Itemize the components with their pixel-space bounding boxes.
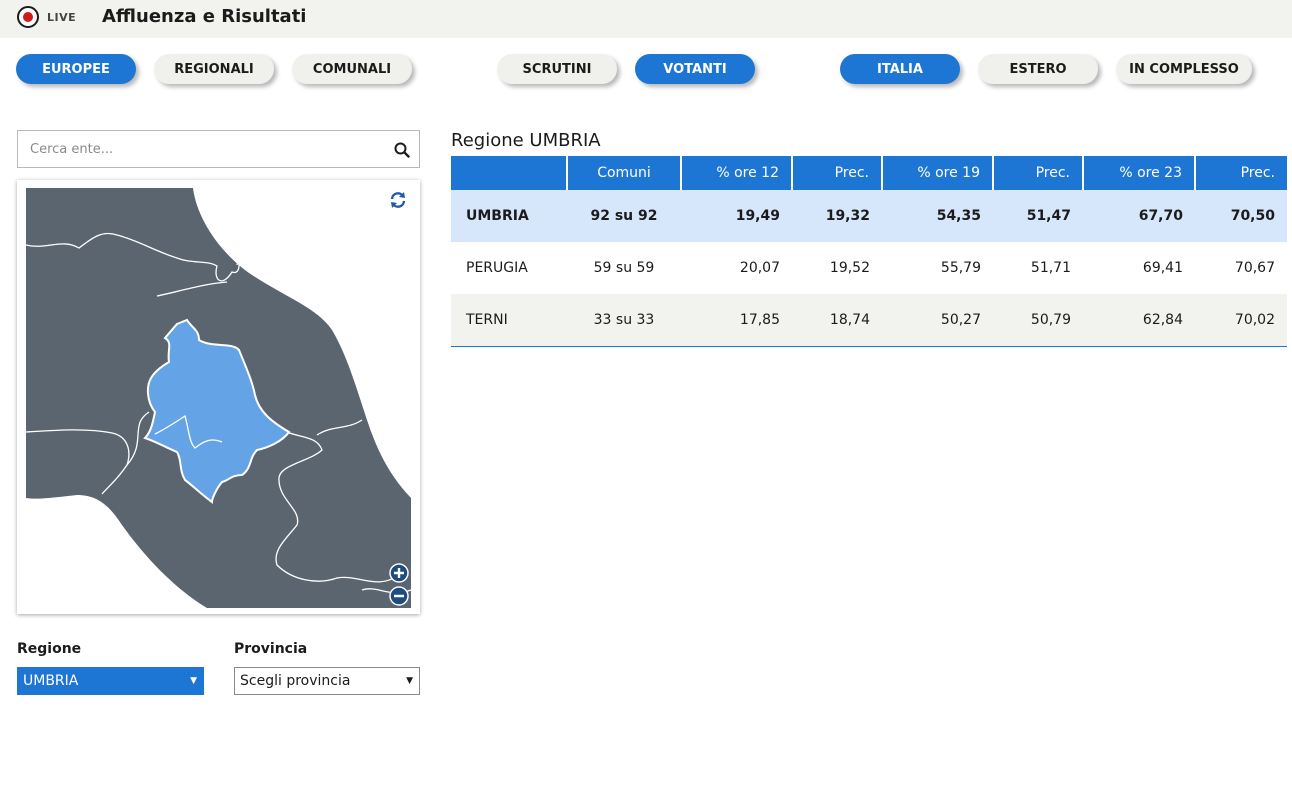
provincia-select[interactable]: Scegli provincia ▼ [234, 667, 420, 695]
tab-votanti[interactable]: VOTANTI [635, 54, 755, 84]
zoom-out-icon[interactable] [389, 586, 409, 606]
cell-ore23: 69,41 [1083, 242, 1195, 294]
tab-europee[interactable]: EUROPEE [16, 54, 136, 84]
cell-comuni: 33 su 33 [567, 294, 681, 347]
chevron-down-icon: ▼ [406, 676, 413, 686]
cell-prec-12: 19,52 [792, 242, 882, 294]
cell-prec-12: 18,74 [792, 294, 882, 347]
cell-ore23: 62,84 [1083, 294, 1195, 347]
map-refresh-icon[interactable] [388, 190, 408, 210]
cell-ore12: 19,49 [681, 190, 792, 242]
cell-ore19: 54,35 [882, 190, 993, 242]
cell-prec-19: 50,79 [993, 294, 1083, 347]
cell-ore19: 55,79 [882, 242, 993, 294]
tab-scrutini[interactable]: SCRUTINI [497, 54, 617, 84]
table-row[interactable]: PERUGIA 59 su 59 20,07 19,52 55,79 51,71… [451, 242, 1287, 294]
search-box [17, 130, 420, 168]
provincia-select-value: Scegli provincia [240, 673, 351, 689]
header-prec-19: Prec. [993, 156, 1084, 190]
cell-comuni: 92 su 92 [567, 190, 681, 242]
cell-prec-12: 19,32 [792, 190, 882, 242]
zoom-in-icon[interactable] [389, 563, 409, 583]
tab-regionali[interactable]: REGIONALI [154, 54, 274, 84]
header-comuni: Comuni [567, 156, 682, 190]
table-row[interactable]: UMBRIA 92 su 92 19,49 19,32 54,35 51,47 … [451, 190, 1287, 242]
header-ore12: % ore 12 [681, 156, 793, 190]
tab-estero[interactable]: ESTERO [978, 54, 1098, 84]
header-ore23: % ore 23 [1083, 156, 1196, 190]
region-map[interactable] [17, 180, 420, 614]
header-prec-23: Prec. [1195, 156, 1287, 190]
top-bar: LIVE Affluenza e Risultati [0, 0, 1292, 38]
cell-name: TERNI [451, 294, 567, 347]
tab-comunali[interactable]: COMUNALI [292, 54, 412, 84]
cell-name: PERUGIA [451, 242, 567, 294]
cell-ore12: 17,85 [681, 294, 792, 347]
page-title: Affluenza e Risultati [102, 6, 307, 27]
regione-select[interactable]: UMBRIA ▼ [17, 667, 204, 695]
tab-in-complesso[interactable]: IN COMPLESSO [1116, 54, 1252, 84]
cell-prec-19: 51,71 [993, 242, 1083, 294]
regione-select-value: UMBRIA [23, 673, 79, 689]
chevron-down-icon: ▼ [190, 676, 197, 686]
cell-prec-19: 51,47 [993, 190, 1083, 242]
header-name [451, 156, 568, 190]
cell-prec-23: 70,50 [1195, 190, 1287, 242]
map-canvas[interactable] [17, 180, 420, 614]
header-ore19: % ore 19 [882, 156, 994, 190]
tab-italia[interactable]: ITALIA [840, 54, 960, 84]
cell-ore23: 67,70 [1083, 190, 1195, 242]
cell-ore12: 20,07 [681, 242, 792, 294]
live-label: LIVE [47, 11, 77, 24]
table-title: Regione UMBRIA [451, 130, 601, 151]
live-record-icon [17, 6, 39, 28]
search-input[interactable] [18, 131, 388, 167]
search-icon[interactable] [394, 142, 410, 158]
cell-comuni: 59 su 59 [567, 242, 681, 294]
provincia-label: Provincia [234, 641, 308, 657]
cell-prec-23: 70,02 [1195, 294, 1287, 347]
cell-name: UMBRIA [451, 190, 567, 242]
header-prec-12: Prec. [792, 156, 883, 190]
cell-prec-23: 70,67 [1195, 242, 1287, 294]
table-row[interactable]: TERNI 33 su 33 17,85 18,74 50,27 50,79 6… [451, 294, 1287, 347]
regione-label: Regione [17, 641, 82, 657]
cell-ore19: 50,27 [882, 294, 993, 347]
results-table: Comuni % ore 12 Prec. % ore 19 Prec. % o… [451, 156, 1287, 347]
table-header-row: Comuni % ore 12 Prec. % ore 19 Prec. % o… [451, 156, 1287, 190]
